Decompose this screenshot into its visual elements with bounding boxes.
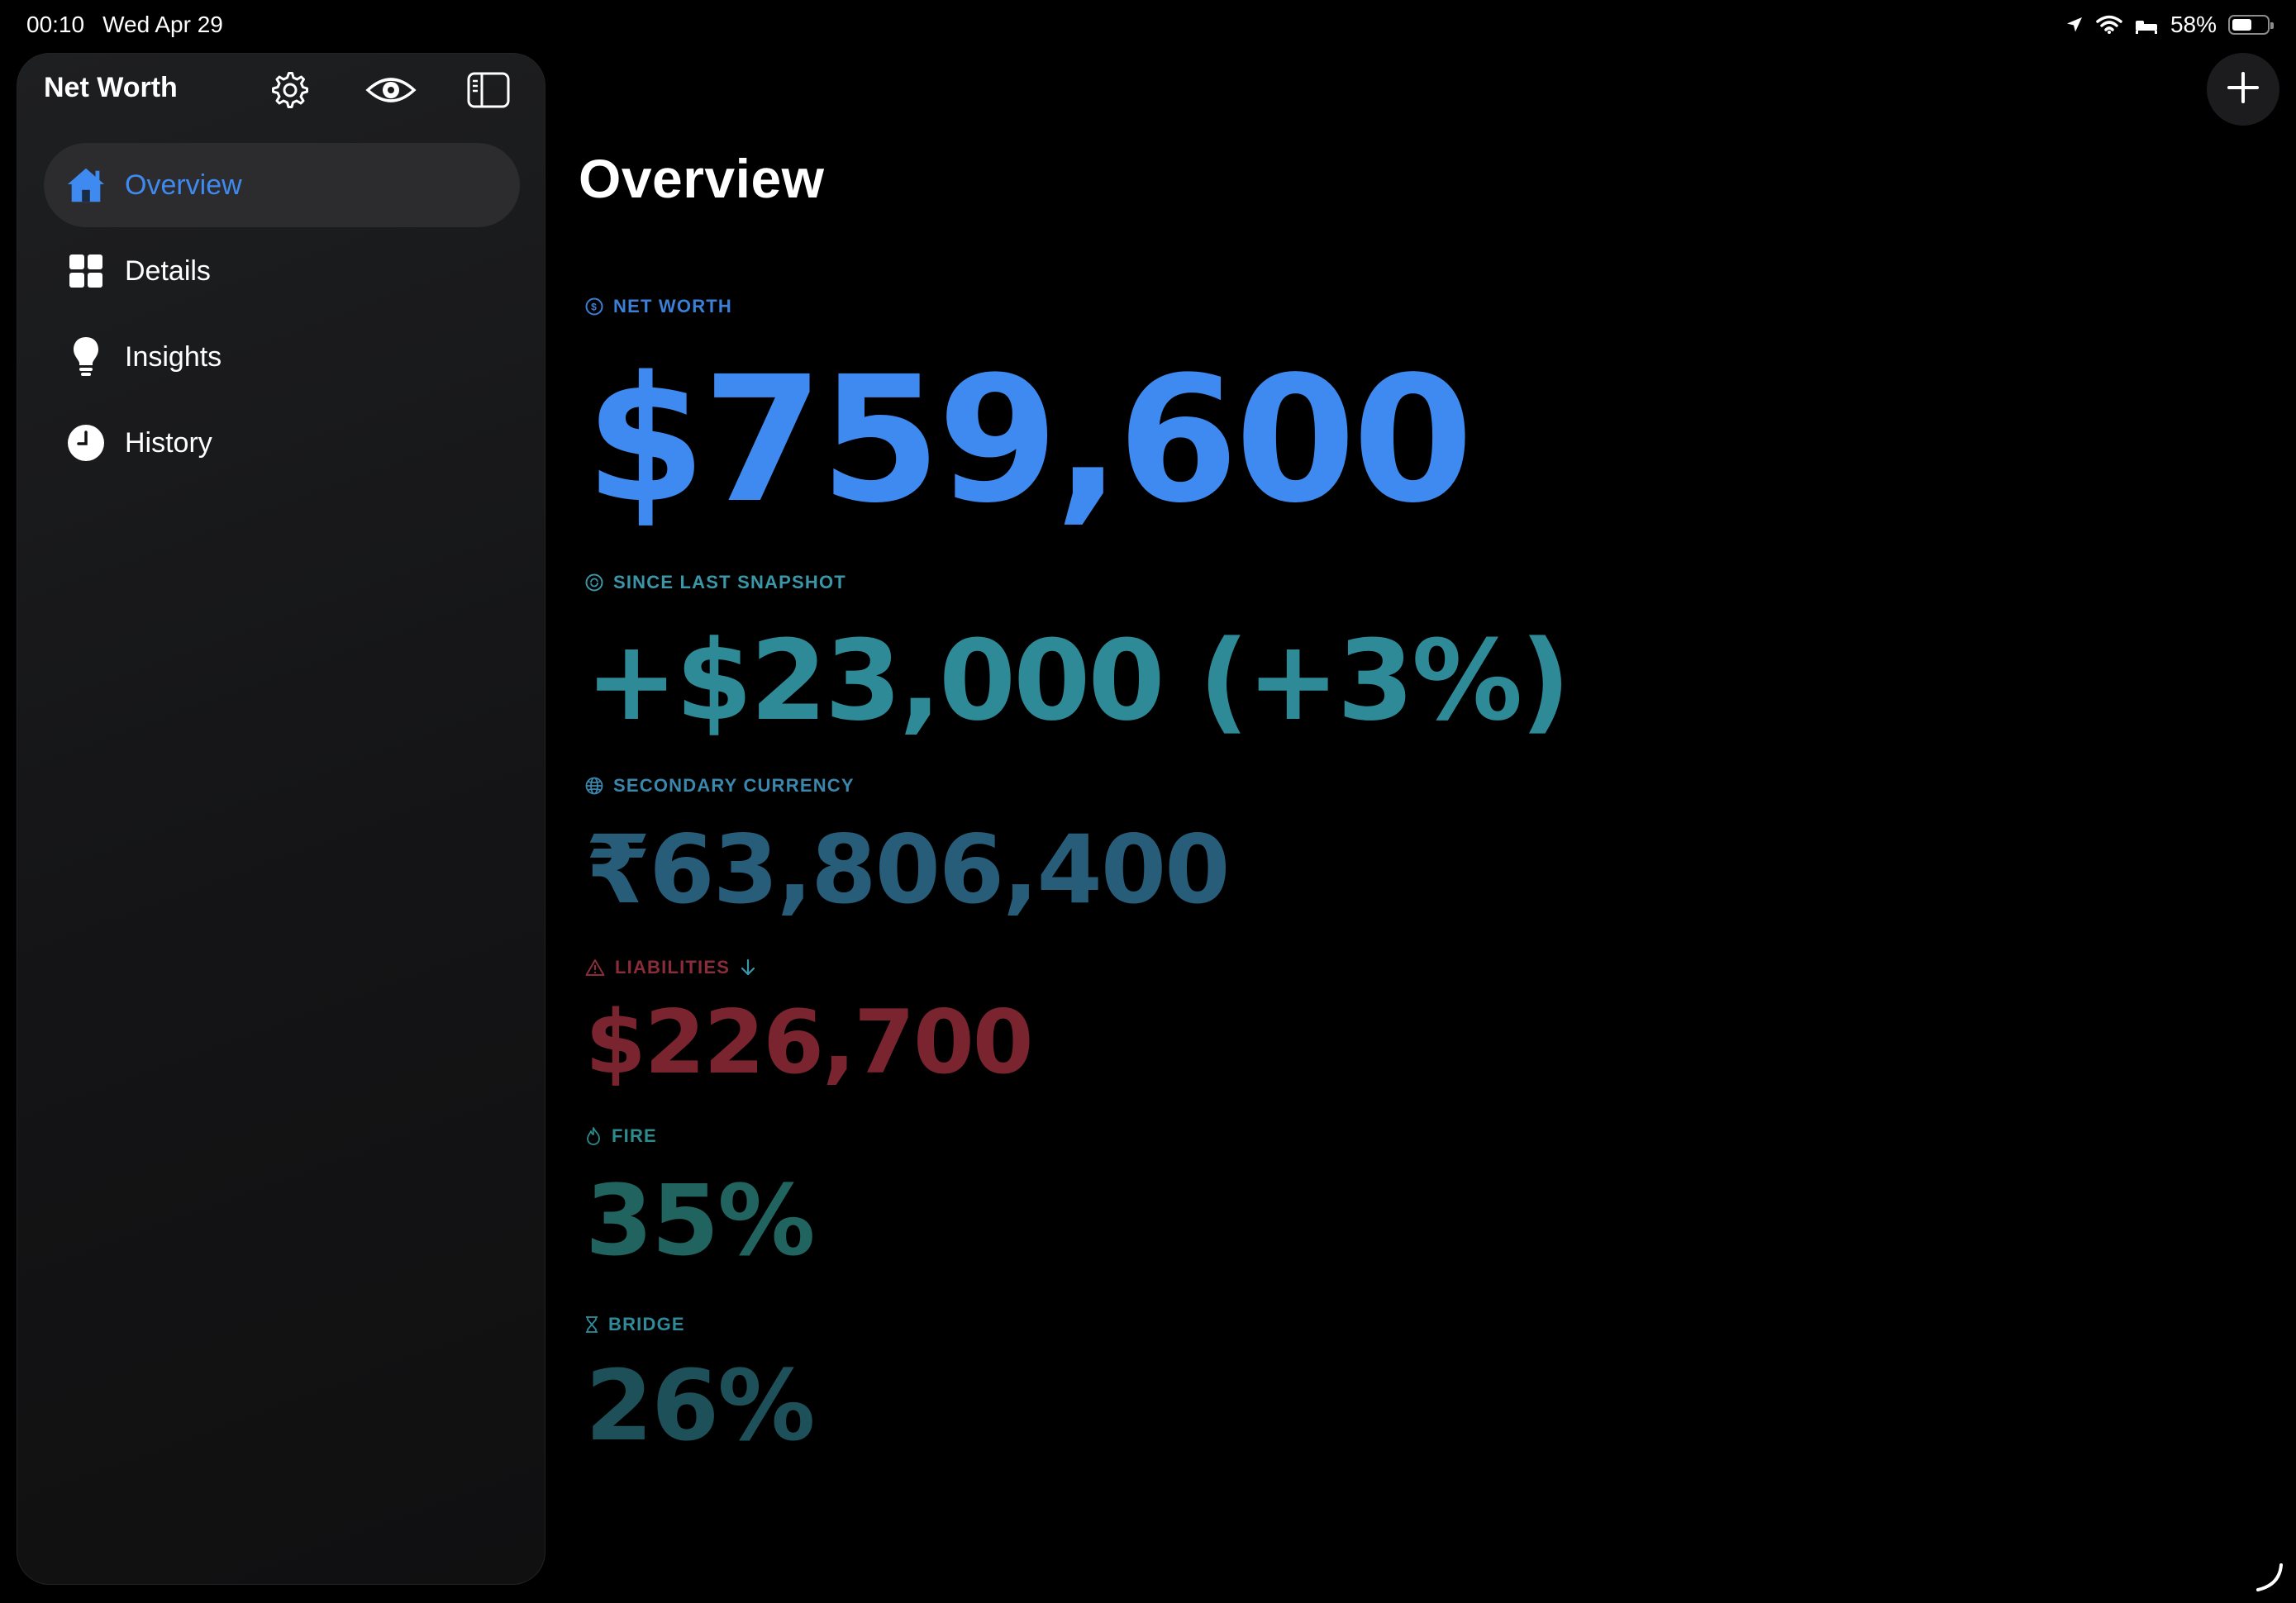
sidebar-header: Net Worth <box>17 54 545 126</box>
refresh-circle-icon <box>585 573 603 592</box>
sleep-icon <box>2134 16 2159 34</box>
since-last-snapshot-label-text: SINCE LAST SNAPSHOT <box>613 572 846 592</box>
plus-icon <box>2227 71 2260 108</box>
sidebar-item-label: Details <box>125 254 211 287</box>
since-last-snapshot-value: +$23,000 (+3%) <box>585 616 1571 745</box>
lightbulb-icon <box>65 336 107 378</box>
since-last-snapshot-label: SINCE LAST SNAPSHOT <box>585 572 846 593</box>
svg-text:$: $ <box>591 302 598 313</box>
battery-percent: 58% <box>2170 12 2217 37</box>
sidebar-toggle-icon <box>467 72 510 112</box>
sidebar-item-label: Insights <box>125 340 222 373</box>
status-time: 00:10 <box>26 12 85 37</box>
fire-label: FIRE <box>585 1125 657 1147</box>
page-title: Overview <box>579 148 825 209</box>
sidebar-item-history[interactable]: History <box>44 401 520 485</box>
secondary-currency-label: SECONDARY CURRENCY <box>585 775 855 797</box>
bridge-label-text: BRIDGE <box>608 1314 685 1334</box>
sidebar-item-details[interactable]: Details <box>44 229 520 313</box>
liabilities-value: $226,700 <box>585 992 1034 1093</box>
wifi-icon <box>2096 15 2122 35</box>
battery-fill <box>2232 19 2251 31</box>
status-date: Wed Apr 29 <box>102 12 223 37</box>
secondary-currency-value: ₹63,806,400 <box>585 815 1231 925</box>
clock-icon <box>65 422 107 464</box>
location-icon <box>2065 15 2084 35</box>
eye-icon <box>364 74 417 111</box>
battery-icon <box>2228 15 2274 35</box>
settings-button[interactable] <box>265 67 315 117</box>
sidebar-item-insights[interactable]: Insights <box>44 315 520 399</box>
flame-icon <box>585 1126 602 1146</box>
status-left: 00:10 Wed Apr 29 <box>26 12 223 38</box>
fire-value: 35% <box>585 1163 815 1277</box>
net-worth-value: $759,600 <box>585 339 1474 541</box>
liabilities-label[interactable]: LIABILITIES <box>585 957 756 978</box>
sidebar: Net Worth Overview Details Insights Hist… <box>17 53 545 1585</box>
sidebar-title: Net Worth <box>44 72 178 103</box>
secondary-currency-label-text: SECONDARY CURRENCY <box>613 775 855 796</box>
grid-icon <box>65 250 107 292</box>
sidebar-nav: Overview Details Insights History <box>44 143 520 487</box>
status-bar: 00:10 Wed Apr 29 58% <box>0 0 2296 53</box>
sidebar-item-label: Overview <box>125 169 242 201</box>
net-worth-label: $ NET WORTH <box>585 296 732 317</box>
gear-icon <box>270 70 310 114</box>
battery-nub <box>2270 22 2274 29</box>
hourglass-icon <box>585 1315 598 1334</box>
status-right: 58% <box>2065 12 2274 38</box>
window-resize-grip[interactable] <box>2251 1560 2284 1593</box>
fire-label-text: FIRE <box>612 1125 657 1146</box>
globe-icon <box>585 777 603 795</box>
bridge-value: 26% <box>585 1349 815 1463</box>
arrow-down-icon <box>740 958 756 977</box>
dollar-circle-icon: $ <box>585 297 603 316</box>
sidebar-item-overview[interactable]: Overview <box>44 143 520 227</box>
add-snapshot-button[interactable] <box>2207 53 2279 126</box>
sidebar-toggle-button[interactable] <box>464 67 513 117</box>
net-worth-label-text: NET WORTH <box>613 296 733 316</box>
bridge-label: BRIDGE <box>585 1314 685 1335</box>
privacy-toggle-button[interactable] <box>358 67 424 117</box>
sidebar-item-label: History <box>125 426 212 459</box>
liabilities-label-text: LIABILITIES <box>615 957 731 977</box>
house-icon <box>65 164 107 206</box>
warning-triangle-icon <box>585 958 605 977</box>
